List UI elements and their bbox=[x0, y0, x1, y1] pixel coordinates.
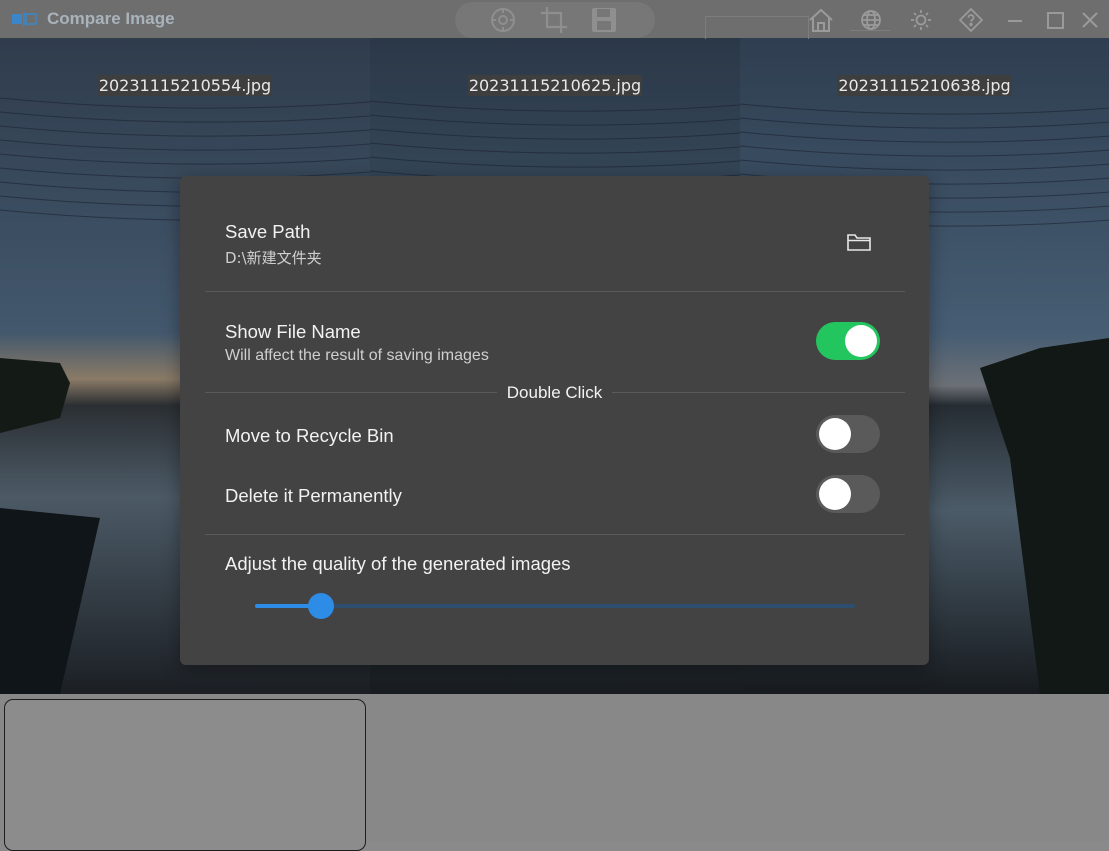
settings-gear-icon[interactable] bbox=[489, 6, 517, 34]
save-path-title: Save Path bbox=[225, 221, 311, 242]
toggle-knob bbox=[819, 418, 851, 450]
image-filename: 20231115210638.jpg bbox=[837, 75, 1012, 96]
show-file-name-toggle[interactable] bbox=[816, 322, 880, 360]
title-bar: Compare Image bbox=[0, 0, 1109, 39]
delete-permanently-toggle[interactable] bbox=[816, 475, 880, 513]
thumbnail-strip bbox=[0, 694, 1109, 851]
maximize-icon[interactable] bbox=[1045, 10, 1065, 30]
move-to-recycle-bin-title: Move to Recycle Bin bbox=[225, 425, 394, 446]
home-icon[interactable] bbox=[808, 7, 834, 33]
image-filename: 20231115210625.jpg bbox=[467, 75, 643, 96]
sun-icon[interactable] bbox=[910, 9, 932, 31]
divider bbox=[205, 291, 905, 292]
settings-dialog: Save Path D:\新建文件夹 Show File Name Will a… bbox=[180, 176, 929, 665]
show-file-name-title: Show File Name bbox=[225, 321, 361, 342]
ghost-frame bbox=[705, 16, 809, 39]
divider bbox=[205, 534, 905, 535]
ghost-frame bbox=[850, 30, 890, 39]
quality-slider-thumb[interactable] bbox=[308, 593, 334, 619]
close-icon[interactable] bbox=[1080, 10, 1100, 30]
delete-permanently-title: Delete it Permanently bbox=[225, 485, 402, 506]
save-path-value: D:\新建文件夹 bbox=[225, 249, 322, 267]
folder-icon[interactable] bbox=[846, 231, 872, 253]
double-click-section-label: Double Click bbox=[496, 383, 613, 402]
save-icon[interactable] bbox=[590, 6, 618, 34]
image-filename: 20231115210554.jpg bbox=[97, 75, 273, 96]
quality-title: Adjust the quality of the generated imag… bbox=[225, 553, 571, 574]
help-diamond-icon[interactable] bbox=[958, 7, 984, 33]
toggle-knob bbox=[845, 325, 877, 357]
app-title: Compare Image bbox=[47, 9, 175, 28]
app-logo-icon bbox=[12, 12, 37, 26]
quality-slider[interactable] bbox=[255, 593, 855, 619]
minimize-icon[interactable] bbox=[1005, 10, 1025, 30]
move-to-recycle-bin-toggle[interactable] bbox=[816, 415, 880, 453]
show-file-name-subtitle: Will affect the result of saving images bbox=[225, 347, 489, 364]
globe-icon[interactable] bbox=[860, 9, 882, 31]
toggle-knob bbox=[819, 478, 851, 510]
thumbnail-slot[interactable] bbox=[4, 699, 366, 851]
crop-icon[interactable] bbox=[540, 6, 568, 34]
